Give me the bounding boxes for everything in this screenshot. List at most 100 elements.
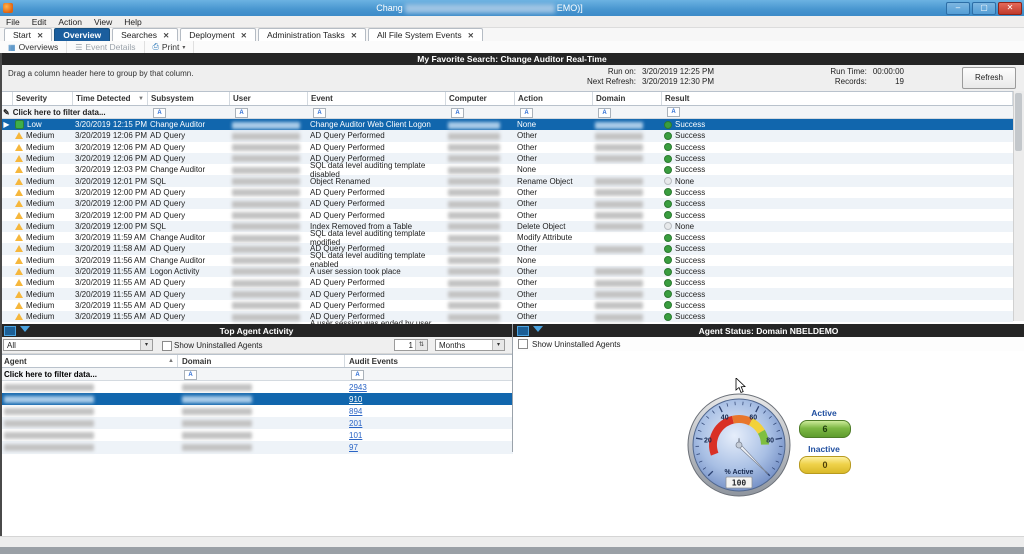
event-row[interactable]: Medium3/20/2019 11:55 AMAD QueryAD Query… (0, 288, 1013, 299)
overviews-button[interactable]: ▦ Overviews (0, 41, 67, 53)
filter-cell[interactable]: A (345, 369, 513, 380)
filter-cell[interactable]: A (311, 107, 449, 118)
tab-close-icon[interactable]: ✕ (241, 31, 247, 40)
table-row[interactable]: 894 (0, 405, 513, 417)
menu-edit[interactable]: Edit (32, 17, 47, 27)
column-header-subsystem[interactable]: Subsystem (148, 92, 230, 105)
tab-close-icon[interactable]: ✕ (37, 31, 43, 40)
column-header-computer[interactable]: Computer (446, 92, 515, 105)
filter-cell[interactable]: A (449, 107, 518, 118)
event-row[interactable]: Medium3/20/2019 12:06 PMAD QueryAD Query… (0, 142, 1013, 153)
event-row[interactable]: Medium3/20/2019 11:59 AMChange AuditorSQ… (0, 232, 1013, 243)
close-button[interactable]: ✕ (998, 2, 1022, 15)
event-row[interactable]: ▶Low3/20/2019 12:15 PMChange AuditorChan… (0, 119, 1013, 130)
scrollbar-thumb[interactable] (1015, 93, 1022, 151)
event-row[interactable]: Medium3/20/2019 11:56 AMChange AuditorSQ… (0, 255, 1013, 266)
tab-close-icon[interactable]: ✕ (468, 31, 474, 40)
filter-cell[interactable]: A (233, 107, 311, 118)
column-header-user[interactable]: User (230, 92, 308, 105)
event-details-button[interactable]: ☰ Event Details (67, 41, 144, 53)
filter-cell[interactable]: A (596, 107, 665, 118)
tab-overview[interactable]: Overview (54, 28, 110, 41)
filter-cell[interactable]: A (151, 107, 233, 118)
show-uninstalled-checkbox[interactable] (162, 341, 172, 351)
filter-hint-cell[interactable]: Click here to filter data... (0, 370, 178, 379)
event-grid-filter-row[interactable]: ✎Click here to filter data...AAAAAAA (0, 106, 1013, 119)
event-row[interactable]: Medium3/20/2019 12:00 PMAD QueryAD Query… (0, 209, 1013, 220)
agent-filter-dropdown[interactable]: All ▾ (3, 339, 153, 351)
filter-condition-icon[interactable]: A (667, 107, 680, 117)
tab-administration-tasks[interactable]: Administration Tasks✕ (258, 28, 366, 41)
table-row[interactable]: 2943 (0, 381, 513, 393)
tab-all-file-system-events[interactable]: All File System Events✕ (368, 28, 483, 41)
column-header-time-detected[interactable]: Time Detected▼ (73, 92, 148, 105)
event-row[interactable]: Medium3/20/2019 11:58 AMAD QueryAD Query… (0, 243, 1013, 254)
column-header-severity[interactable]: Severity (13, 92, 73, 105)
filter-cell[interactable]: A (518, 107, 596, 118)
column-header-domain[interactable]: Domain (178, 355, 345, 367)
table-row[interactable]: 101 (0, 429, 513, 441)
refresh-button[interactable]: Refresh (962, 67, 1016, 89)
audit-events-link[interactable]: 894 (349, 407, 362, 416)
event-row[interactable]: Medium3/20/2019 12:03 PMChange AuditorSQ… (0, 164, 1013, 175)
audit-events-link[interactable]: 101 (349, 431, 362, 440)
active-count-badge[interactable]: 6 (799, 420, 851, 438)
export-icon[interactable] (517, 326, 529, 336)
audit-events-link[interactable]: 201 (349, 419, 362, 428)
print-button[interactable]: ⎙ Print ▾ (145, 41, 195, 53)
filter-icon[interactable] (533, 326, 543, 332)
inactive-count-badge[interactable]: 0 (799, 456, 851, 474)
top-agent-filter-row[interactable]: Click here to filter data... A A (0, 368, 513, 381)
column-header-event[interactable]: Event (308, 92, 446, 105)
event-row[interactable]: Medium3/20/2019 12:00 PMAD QueryAD Query… (0, 198, 1013, 209)
period-value-spinner[interactable]: 1 ⇅ (394, 339, 428, 351)
table-row[interactable]: 201 (0, 417, 513, 429)
filter-icon[interactable] (20, 326, 30, 332)
audit-events-link[interactable]: 2943 (349, 383, 367, 392)
filter-cell[interactable]: A (178, 369, 345, 380)
filter-condition-icon[interactable]: A (235, 108, 248, 118)
filter-hint-cell[interactable]: ✎Click here to filter data... (0, 108, 151, 117)
minimize-button[interactable]: – (946, 2, 970, 15)
filter-condition-icon[interactable]: A (184, 370, 197, 380)
event-grid-scrollbar[interactable] (1013, 91, 1024, 321)
event-row[interactable]: Medium3/20/2019 11:55 AMAD QueryAD Query… (0, 300, 1013, 311)
filter-condition-icon[interactable]: A (313, 108, 326, 118)
event-row[interactable]: Medium3/20/2019 11:55 AMAD QueryAD Query… (0, 277, 1013, 288)
filter-condition-icon[interactable]: A (451, 108, 464, 118)
period-unit-dropdown[interactable]: Months ▾ (435, 339, 505, 351)
filter-condition-icon[interactable]: A (351, 370, 364, 380)
menu-action[interactable]: Action (58, 17, 82, 27)
event-row[interactable]: Medium3/20/2019 12:00 PMAD QueryAD Query… (0, 187, 1013, 198)
filter-condition-icon[interactable]: A (153, 108, 166, 118)
filter-condition-icon[interactable]: A (520, 108, 533, 118)
menu-help[interactable]: Help (124, 17, 141, 27)
tab-close-icon[interactable]: ✕ (163, 31, 169, 40)
tab-start[interactable]: Start✕ (4, 28, 52, 41)
event-row[interactable]: Medium3/20/2019 12:00 PMSQLIndex Removed… (0, 221, 1013, 232)
event-row[interactable]: Medium3/20/2019 12:06 PMAD QueryAD Query… (0, 153, 1013, 164)
menu-file[interactable]: File (6, 17, 20, 27)
column-header-domain[interactable]: Domain (593, 92, 662, 105)
column-header-result[interactable]: Result (662, 92, 1013, 105)
show-uninstalled-checkbox[interactable] (518, 339, 528, 349)
event-row[interactable]: Medium3/20/2019 11:55 AMAD QueryAD Query… (0, 311, 1013, 322)
event-row[interactable]: Medium3/20/2019 12:06 PMAD QueryAD Query… (0, 130, 1013, 141)
audit-events-link[interactable]: 97 (349, 443, 358, 452)
event-row[interactable]: Medium3/20/2019 12:01 PMSQLObject Rename… (0, 175, 1013, 186)
event-row[interactable]: Medium3/20/2019 11:55 AMLogon ActivityA … (0, 266, 1013, 277)
export-icon[interactable] (4, 326, 16, 336)
table-row[interactable]: 97 (0, 441, 513, 453)
filter-cell[interactable]: A (665, 107, 1013, 117)
filter-condition-icon[interactable]: A (598, 108, 611, 118)
menu-view[interactable]: View (94, 17, 112, 27)
audit-events-link[interactable]: 910 (349, 395, 362, 404)
tab-deployment[interactable]: Deployment✕ (180, 28, 256, 41)
table-row[interactable]: 910 (0, 393, 513, 405)
maximize-button[interactable]: ▢ (972, 2, 996, 15)
tab-close-icon[interactable]: ✕ (351, 31, 357, 40)
tab-searches[interactable]: Searches✕ (112, 28, 178, 41)
column-header-audit-events[interactable]: Audit Events (345, 355, 513, 367)
column-header-action[interactable]: Action (515, 92, 593, 105)
column-header-agent[interactable]: Agent▲ (0, 355, 178, 367)
